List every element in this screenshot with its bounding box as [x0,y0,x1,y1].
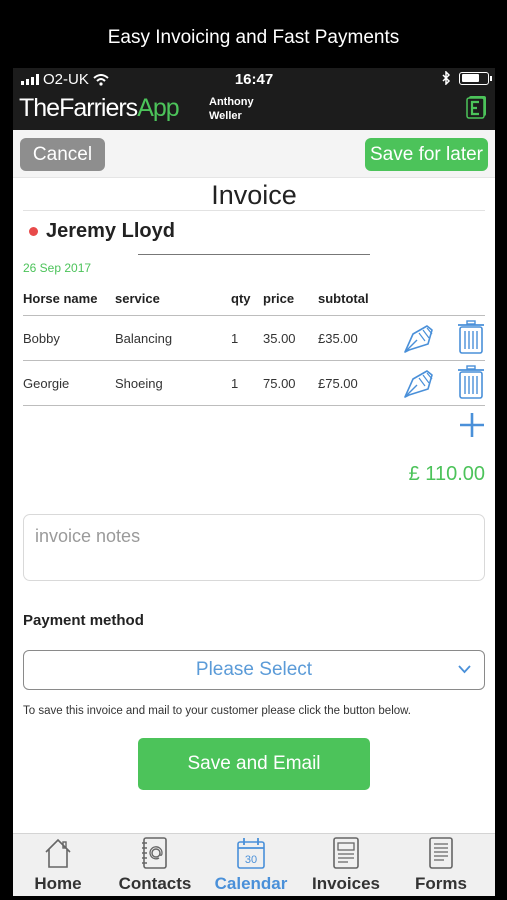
customer-name: Jeremy Lloyd [46,220,175,242]
chevron-down-icon [458,665,471,674]
phone-screen: O2-UK 16:47 TheFarriersApp Anthony Welle… [13,68,495,896]
cancel-button[interactable]: Cancel [20,138,105,171]
cell-subtotal: £35.00 [318,331,358,346]
tab-forms[interactable]: Forms [393,836,489,894]
tab-bar: Home Contacts 30 Calendar Invoices Forms [13,833,495,896]
promo-caption: Easy Invoicing and Fast Payments [107,27,400,48]
cell-horse: Bobby [23,331,60,346]
cell-price: 35.00 [263,331,296,346]
page-title: Invoice [211,180,297,210]
cell-horse: Georgie [23,376,70,391]
header-qty: qty [231,291,251,306]
bluetooth-icon [442,71,451,85]
delete-icon[interactable] [457,365,485,399]
edit-icon[interactable] [401,365,437,401]
header-subtotal: subtotal [318,291,369,306]
app-logo: TheFarriersApp [19,94,180,122]
header-horse: Horse name [23,291,98,306]
invoice-notes-input[interactable] [23,514,485,581]
status-bar: O2-UK 16:47 [13,68,495,90]
invoice-date[interactable]: 26 Sep 2017 [23,261,91,275]
cell-qty: 1 [231,331,239,346]
tab-home[interactable]: Home [13,836,106,894]
contacts-icon [142,837,167,869]
table-row[interactable]: Bobby Balancing 1 35.00 £35.00 [23,316,485,360]
payment-method-label: Payment method [23,612,144,629]
status-time: 16:47 [234,71,274,88]
save-and-email-button[interactable]: Save and Email [138,738,370,790]
row-divider [23,405,485,406]
invoice-total: £ 110.00 [408,463,485,485]
invoices-icon [333,837,359,869]
user-name: Anthony Weller [209,96,254,122]
email-hint: To save this invoice and mail to your cu… [23,705,412,717]
header-service: service [115,291,160,306]
header-price: price [263,291,295,306]
edit-icon[interactable] [401,320,437,356]
app-header: TheFarriersApp Anthony Weller [13,90,495,130]
save-for-later-button[interactable]: Save for later [365,138,488,171]
tab-contacts[interactable]: Contacts [107,836,203,894]
payment-method-select[interactable]: Please Select [23,650,485,690]
app-e-icon[interactable] [466,95,488,119]
top-toolbar: Cancel Save for later [13,130,495,178]
customer-line[interactable]: Jeremy Lloyd [29,220,175,243]
payment-method-value: Please Select [195,659,313,680]
cell-subtotal: £75.00 [318,376,358,391]
cell-qty: 1 [231,376,239,391]
customer-underline [138,254,370,255]
calendar-icon: 30 [237,838,265,869]
title-divider [23,210,485,211]
cell-service: Shoeing [115,376,163,391]
add-line-icon[interactable] [459,412,485,438]
delete-icon[interactable] [457,320,485,354]
tab-invoices[interactable]: Invoices [298,836,394,894]
cell-service: Balancing [115,331,173,346]
battery-icon [459,71,492,85]
status-right [441,71,492,85]
table-row[interactable]: Georgie Shoeing 1 75.00 £75.00 [23,361,485,405]
tab-calendar[interactable]: 30 Calendar [203,836,299,894]
status-dot [29,227,38,236]
svg-text:30: 30 [245,854,257,866]
home-icon [45,838,71,868]
cell-price: 75.00 [263,376,296,391]
forms-icon [429,837,453,869]
